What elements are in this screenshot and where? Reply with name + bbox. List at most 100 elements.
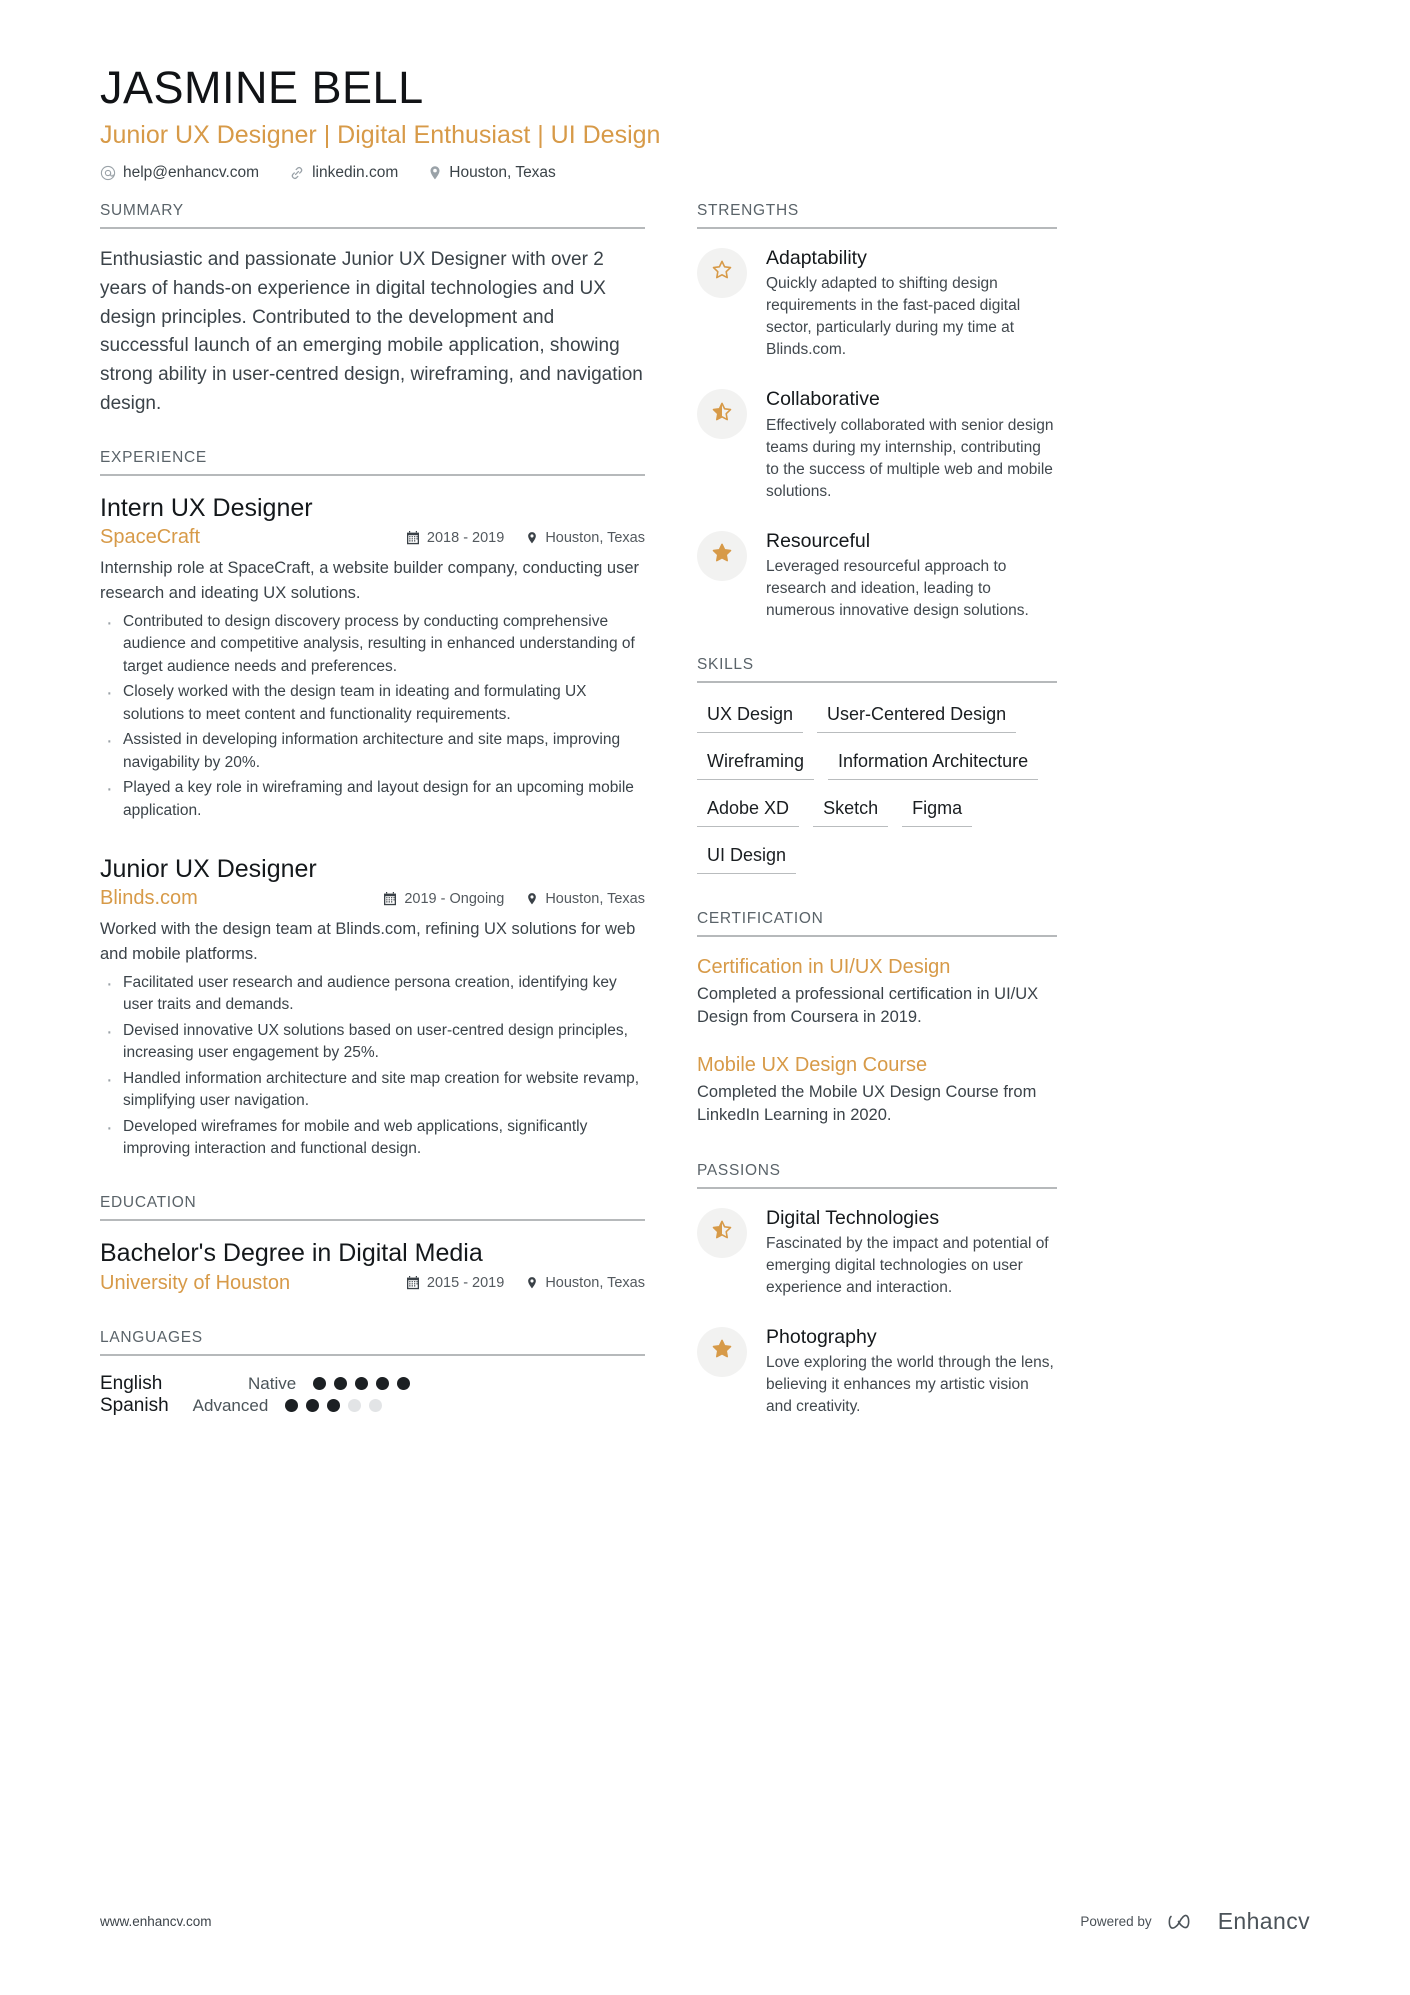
passion-badge <box>697 1326 747 1377</box>
headline: Junior UX Designer | Digital Enthusiast … <box>100 120 661 149</box>
bullet-item: Developed wireframes for mobile and web … <box>100 1114 645 1161</box>
experience-location-text: Houston, Texas <box>545 890 645 907</box>
strength-badge <box>697 247 747 298</box>
resume-header: JASMINE BELL Junior UX Designer | Digita… <box>100 62 1310 182</box>
powered-by-label: Powered by <box>1080 1914 1152 1929</box>
skill-tag: UI Design <box>697 841 797 874</box>
strength-item: Resourceful Leveraged resourceful approa… <box>697 529 1057 622</box>
experience-dates: 2019 - Ongoing <box>383 891 504 907</box>
education-location: Houston, Texas <box>526 1275 645 1291</box>
section-languages: LANGUAGES English Native Spanish Advance… <box>100 1329 645 1417</box>
contact-linkedin[interactable]: linkedin.com <box>289 164 398 182</box>
resume-body: SUMMARY Enthusiastic and passionate Juni… <box>100 202 1310 1419</box>
experience-bullets: Facilitated user research and audience p… <box>100 970 645 1161</box>
bullet-item: Devised innovative UX solutions based on… <box>100 1018 645 1065</box>
rating-dot <box>327 1399 341 1413</box>
section-strengths: STRENGTHS Adaptability Quickly adapted t… <box>697 202 1057 622</box>
education-dates-text: 2015 - 2019 <box>426 1275 505 1292</box>
strength-title: Adaptability <box>766 246 867 269</box>
language-name: Spanish <box>100 1394 169 1416</box>
certification-title: Mobile UX Design Course <box>697 1053 928 1076</box>
skill-tag: Figma <box>902 794 973 827</box>
right-column: STRENGTHS Adaptability Quickly adapted t… <box>697 202 1057 1419</box>
passion-desc: Love exploring the world through the len… <box>766 1354 1054 1416</box>
page-title: JASMINE BELL <box>100 62 424 113</box>
enhancv-brand-name: Enhancv <box>1217 1908 1310 1934</box>
strength-title: Collaborative <box>766 388 880 411</box>
summary-text: Enthusiastic and passionate Junior UX De… <box>100 248 643 415</box>
passion-title: Photography <box>766 1325 877 1348</box>
calendar-icon <box>406 1276 420 1290</box>
bullet-item: Facilitated user research and audience p… <box>100 970 645 1017</box>
skill-tag: User-Centered Design <box>817 700 1017 733</box>
section-title-skills: SKILLS <box>697 656 1057 683</box>
contact-linkedin-text: linkedin.com <box>312 163 399 181</box>
section-title-languages: LANGUAGES <box>100 1329 645 1356</box>
resume-page: JASMINE BELL Junior UX Designer | Digita… <box>0 0 1410 1995</box>
bullet-item: Played a key role in wireframing and lay… <box>100 775 645 822</box>
location-pin-icon <box>526 892 538 906</box>
section-skills: SKILLS UX Design User-Centered Design Wi… <box>697 656 1057 888</box>
experience-meta-right: 2018 - 2019 Houston, Texas <box>406 530 645 546</box>
language-rating-dots <box>285 1399 383 1413</box>
languages-row: English Native Spanish Advanced <box>100 1373 645 1417</box>
strength-desc: Effectively collaborated with senior des… <box>766 416 1054 500</box>
rating-dot <box>397 1377 411 1391</box>
location-pin-icon <box>526 1276 538 1290</box>
calendar-icon <box>406 530 420 545</box>
language-item: English Native <box>100 1373 411 1395</box>
experience-description: Worked with the design team at Blinds.co… <box>100 920 636 963</box>
star-half-icon <box>710 400 734 429</box>
experience-company: Blinds.com <box>100 887 198 910</box>
skills-list: UX Design User-Centered Design Wireframi… <box>697 700 1057 888</box>
bullet-item: Contributed to design discovery process … <box>100 609 645 678</box>
strength-title: Resourceful <box>766 529 871 552</box>
strength-body: Resourceful Leveraged resourceful approa… <box>766 529 1057 622</box>
strength-item: Adaptability Quickly adapted to shifting… <box>697 246 1057 361</box>
certification-item: Mobile UX Design Course Completed the Mo… <box>697 1052 1057 1128</box>
location-pin-icon <box>428 165 442 181</box>
contact-email[interactable]: help@enhancv.com <box>100 164 259 182</box>
passion-title: Digital Technologies <box>766 1206 940 1229</box>
footer-website-url[interactable]: www.enhancv.com <box>100 1914 212 1929</box>
experience-meta-right: 2019 - Ongoing Houston, Texas <box>383 891 645 907</box>
rating-dot <box>334 1377 348 1391</box>
section-title-strengths: STRENGTHS <box>697 202 1057 229</box>
section-title-experience: EXPERIENCE <box>100 449 645 476</box>
bullet-item: Assisted in developing information archi… <box>100 727 645 774</box>
section-title-summary: SUMMARY <box>100 202 645 229</box>
strength-desc: Leveraged resourceful approach to resear… <box>766 557 1029 619</box>
passion-body: Digital Technologies Fascinated by the i… <box>766 1206 1057 1299</box>
passion-item: Photography Love exploring the world thr… <box>697 1325 1057 1418</box>
section-title-education: EDUCATION <box>100 1194 645 1222</box>
experience-company: SpaceCraft <box>100 526 201 549</box>
contact-email-text: help@enhancv.com <box>123 163 260 181</box>
experience-job-title: Intern UX Designer <box>100 494 313 522</box>
rating-dot <box>306 1399 320 1413</box>
rating-dot <box>376 1377 390 1391</box>
experience-entry: Junior UX Designer Blinds.com 2019 - Ong… <box>100 854 645 1161</box>
certification-item: Certification in UI/UX Design Completed … <box>697 954 1057 1030</box>
education-meta-right: 2015 - 2019 Houston, Texas <box>406 1275 645 1291</box>
star-filled-icon <box>710 541 734 570</box>
experience-meta-row: SpaceCraft 2018 - 2019 Houston, Texas <box>100 526 645 549</box>
skill-tag: Wireframing <box>697 747 815 780</box>
language-level: Advanced <box>192 1395 269 1415</box>
footer-branding: Powered by Enhancv <box>1080 1908 1310 1935</box>
passion-body: Photography Love exploring the world thr… <box>766 1325 1057 1418</box>
language-item: Spanish Advanced <box>100 1394 383 1417</box>
experience-location: Houston, Texas <box>526 891 645 907</box>
section-education: EDUCATION Bachelor's Degree in Digital M… <box>100 1194 645 1294</box>
section-title-passions: PASSIONS <box>697 1162 1057 1189</box>
star-filled-icon <box>710 1337 734 1366</box>
experience-location-text: Houston, Texas <box>545 529 645 546</box>
experience-description: Internship role at SpaceCraft, a website… <box>100 559 639 602</box>
certification-title: Certification in UI/UX Design <box>697 955 951 978</box>
strength-item: Collaborative Effectively collaborated w… <box>697 387 1057 502</box>
strength-body: Adaptability Quickly adapted to shifting… <box>766 246 1057 361</box>
location-pin-icon <box>526 531 538 545</box>
section-certification: CERTIFICATION Certification in UI/UX Des… <box>697 910 1057 1128</box>
contact-location-text: Houston, Texas <box>449 163 556 181</box>
resume-footer: www.enhancv.com Powered by Enhancv <box>100 1908 1310 1935</box>
skill-tag: Adobe XD <box>697 794 800 827</box>
